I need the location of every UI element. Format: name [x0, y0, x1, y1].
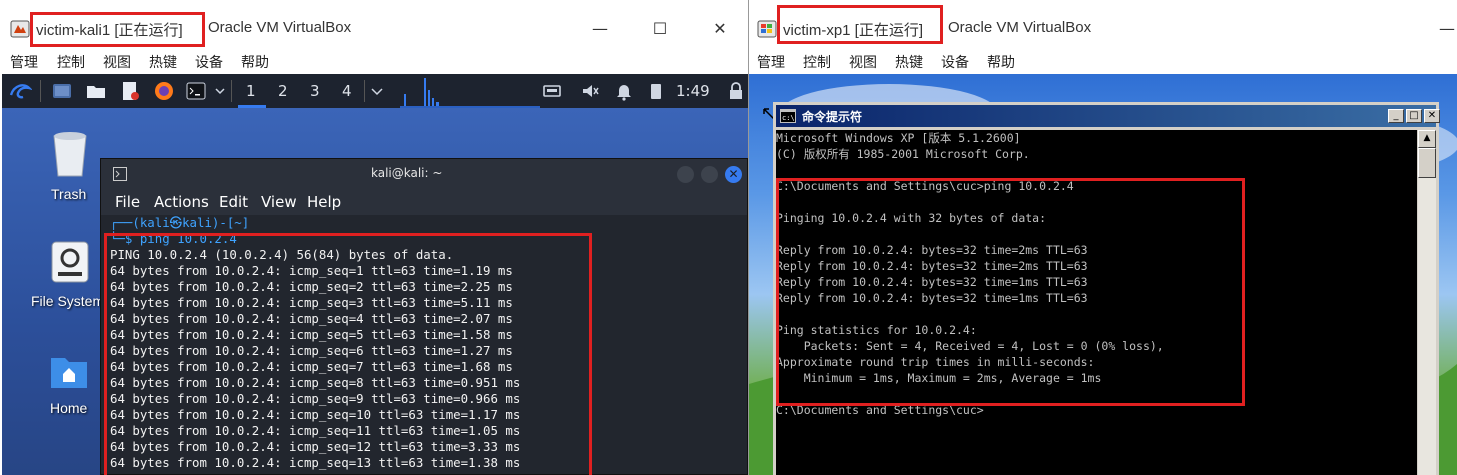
terminal-menubar: File Actions Edit View Help	[101, 189, 747, 215]
menu-help[interactable]: 帮助	[241, 52, 269, 72]
trash-icon[interactable]	[48, 130, 92, 178]
cmd-close-button[interactable]: ✕	[1424, 109, 1440, 123]
network-icon[interactable]	[542, 81, 562, 101]
workspace-3[interactable]: 3	[310, 82, 320, 100]
vbox-menubar: 管理 控制 视图 热键 设备 帮助	[749, 48, 1457, 74]
terminal-menu-view[interactable]: View	[261, 193, 297, 211]
file-manager-icon[interactable]	[86, 81, 106, 101]
terminal-titlebar[interactable]: kali@kali: ~ ✕	[101, 159, 747, 189]
notification-bell-icon[interactable]	[614, 81, 634, 101]
text-editor-icon[interactable]	[120, 81, 140, 101]
scroll-up-button[interactable]: ▲	[1418, 130, 1436, 148]
desktop-icon-label: File System	[31, 293, 105, 309]
cmd-line	[776, 162, 1417, 178]
terminal-small-icon	[113, 167, 127, 181]
cmd-line: Microsoft Windows XP [版本 5.1.2600]	[776, 131, 1021, 145]
menu-hotkey[interactable]: 热键	[895, 52, 923, 72]
prompt-line: ┌──(kali㉿kali)-[~]	[110, 215, 250, 230]
menu-devices[interactable]: 设备	[941, 52, 969, 72]
panel-divider	[40, 80, 41, 102]
highlight-box	[30, 12, 205, 47]
kali-menu-icon[interactable]	[8, 79, 32, 103]
workspace-2[interactable]: 2	[278, 82, 288, 100]
cmd-icon: c:\	[780, 109, 796, 123]
cmd-minimize-button[interactable]: _	[1388, 109, 1404, 123]
cmd-titlebar[interactable]: c:\ 命令提示符 _ □ ✕	[776, 105, 1440, 127]
terminal-menu-help[interactable]: Help	[307, 193, 341, 211]
highlight-box	[777, 5, 943, 44]
chevron-down-icon[interactable]	[214, 81, 226, 101]
battery-icon[interactable]	[646, 81, 666, 101]
desktop-icon-label: Trash	[51, 186, 87, 202]
workspace-4[interactable]: 4	[342, 82, 352, 100]
cmd-line: (C) 版权所有 1985-2001 Microsoft Corp.	[776, 147, 1030, 161]
desktop-icon-label: Home	[50, 400, 88, 416]
minimize-button[interactable]: —	[590, 19, 610, 38]
cmd-maximize-button[interactable]: □	[1406, 109, 1422, 123]
app-title: Oracle VM VirtualBox	[208, 19, 352, 36]
lock-icon[interactable]	[728, 81, 744, 101]
menu-view[interactable]: 视图	[849, 52, 877, 72]
terminal-minimize-button[interactable]	[677, 166, 694, 183]
menu-view[interactable]: 视图	[103, 52, 131, 72]
menu-control[interactable]: 控制	[57, 52, 85, 72]
cmd-scrollbar[interactable]: ▲	[1418, 130, 1436, 475]
menu-help[interactable]: 帮助	[987, 52, 1015, 72]
menu-manage[interactable]: 管理	[757, 52, 785, 72]
virtualbox-window-kali: victim-kali1 [正在运行] Oracle VM VirtualBox…	[0, 0, 748, 475]
cpu-graph	[400, 78, 540, 108]
workspace-1[interactable]: 1	[246, 82, 256, 100]
cmd-title: 命令提示符	[802, 110, 863, 124]
virtualbox-window-xp: victim-xp1 [正在运行] Oracle VM VirtualBox —…	[749, 0, 1457, 475]
xp-vm-icon	[757, 20, 777, 38]
terminal-icon[interactable]	[186, 81, 206, 101]
terminal-menu-file[interactable]: File	[115, 193, 140, 211]
terminal-close-button[interactable]: ✕	[725, 166, 742, 183]
maximize-button[interactable]: ☐	[650, 19, 670, 38]
virtualbox-app-icon	[10, 20, 30, 38]
home-folder-icon[interactable]	[49, 352, 89, 390]
terminal-menu-edit[interactable]: Edit	[219, 193, 248, 211]
menu-devices[interactable]: 设备	[195, 52, 223, 72]
app-title: Oracle VM VirtualBox	[948, 19, 1092, 36]
highlight-box	[104, 233, 592, 475]
chevron-down-icon[interactable]	[370, 81, 384, 101]
kali-top-panel: 1 2 3 4 1:49	[2, 74, 748, 108]
menu-control[interactable]: 控制	[803, 52, 831, 72]
panel-divider	[364, 80, 365, 102]
menu-manage[interactable]: 管理	[10, 52, 38, 72]
terminal-menu-actions[interactable]: Actions	[154, 193, 209, 211]
hard-drive-icon[interactable]	[50, 240, 90, 284]
show-desktop-icon[interactable]	[52, 81, 72, 101]
scroll-thumb[interactable]	[1418, 148, 1436, 178]
svg-text:c:\: c:\	[782, 114, 795, 122]
close-button[interactable]: ✕	[710, 19, 730, 38]
vbox-menubar: 管理 控制 视图 热键 设备 帮助	[0, 48, 748, 74]
highlight-box	[776, 178, 1245, 406]
menu-hotkey[interactable]: 热键	[149, 52, 177, 72]
terminal-maximize-button[interactable]	[701, 166, 718, 183]
panel-clock: 1:49	[676, 82, 710, 100]
volume-muted-icon[interactable]	[580, 81, 600, 101]
terminal-title: kali@kali: ~	[371, 166, 443, 180]
firefox-icon[interactable]	[154, 81, 174, 101]
minimize-button[interactable]: —	[1437, 19, 1457, 38]
panel-divider	[231, 80, 232, 102]
